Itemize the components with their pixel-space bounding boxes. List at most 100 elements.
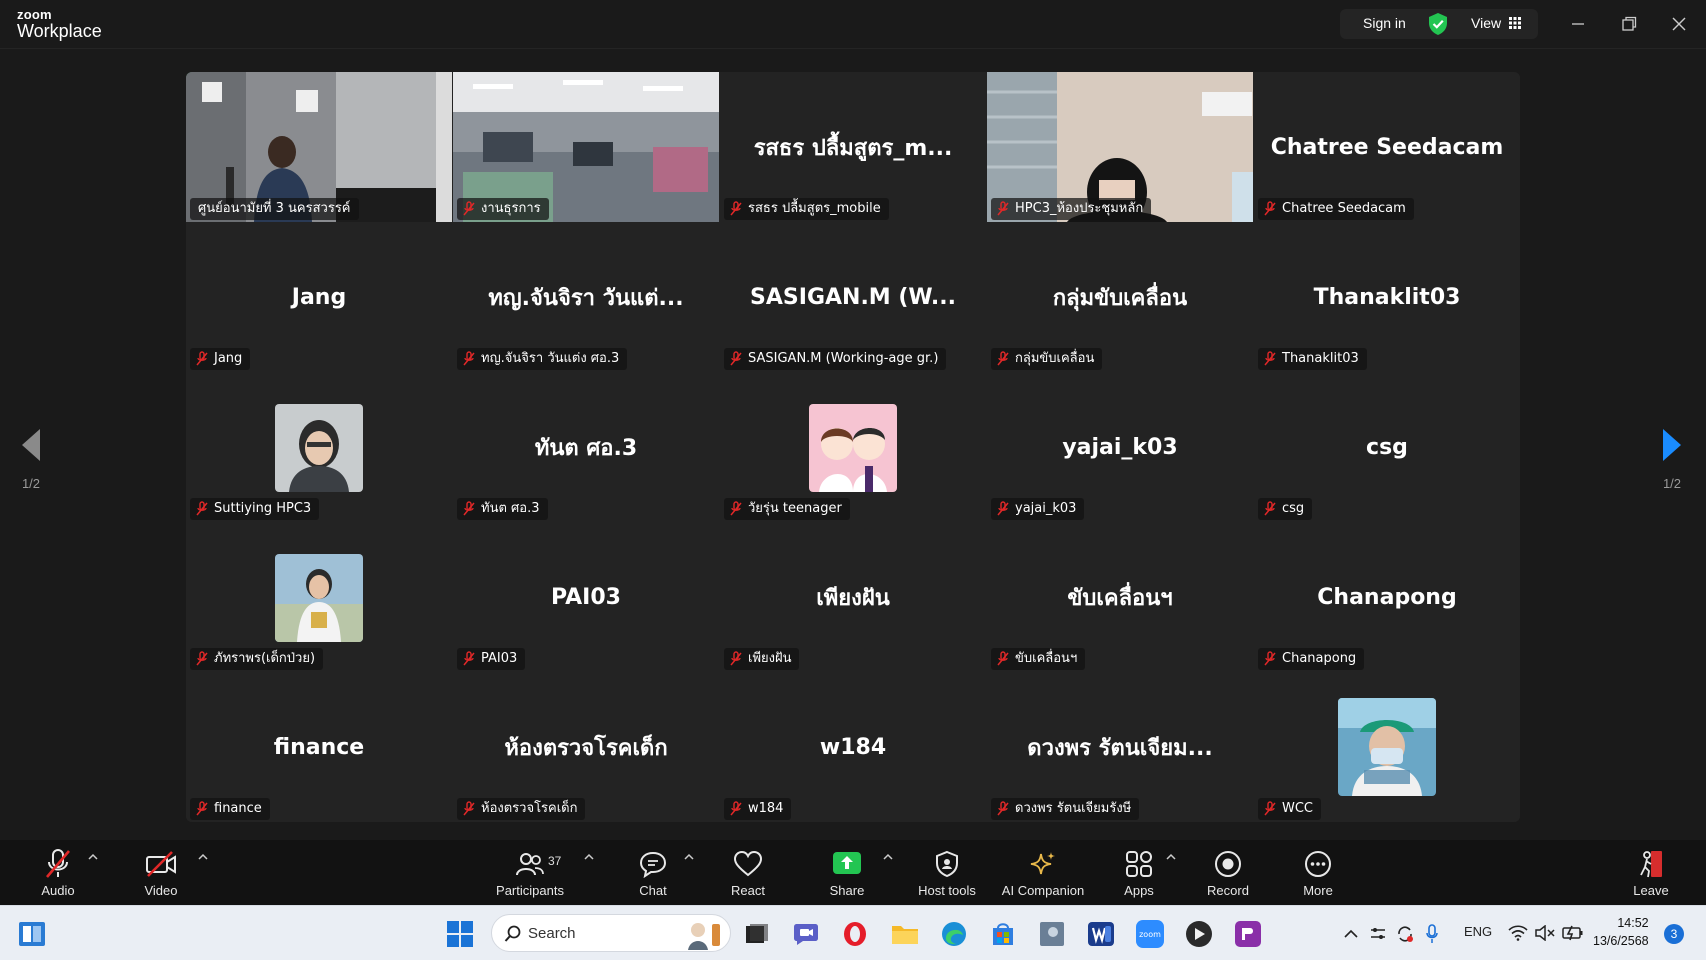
participant-name-label: งานธุรการ (457, 198, 549, 220)
muted-mic-icon (730, 201, 742, 216)
participant-name: Suttiying HPC3 (214, 501, 312, 516)
muted-mic-icon (463, 201, 475, 216)
volume-muted-icon[interactable] (1535, 925, 1555, 941)
close-icon[interactable] (1667, 12, 1691, 36)
taskbar-app-terminal[interactable] (741, 918, 773, 950)
taskbar-app-photo[interactable] (1036, 918, 1068, 950)
participants-button[interactable]: Participants (485, 846, 575, 898)
participant-tile[interactable]: กลุ่มขับเคลื่อน กลุ่มขับเคลื่อน (987, 222, 1253, 372)
participant-name-label: Jang (190, 348, 251, 370)
participant-name-label: Thanaklit03 (1258, 348, 1367, 370)
participant-name: yajai_k03 (1015, 501, 1077, 516)
wifi-icon[interactable] (1508, 925, 1528, 941)
logo-workplace-text: Workplace (17, 21, 102, 41)
opera-browser-icon (844, 922, 866, 946)
sync-icon[interactable] (1395, 924, 1415, 944)
participant-tile[interactable]: Jang Jang (186, 222, 452, 372)
taskbar-app-edge[interactable] (938, 918, 970, 950)
participant-tile[interactable]: ศูนย์อนามัยที่ 3 นครสวรรค์ (186, 72, 452, 222)
participant-name: ทญ.จันจิรา วันแต่ง ศอ.3 (481, 351, 620, 366)
participant-tile[interactable]: csg csg (1254, 372, 1520, 522)
minimize-icon[interactable] (1566, 12, 1590, 36)
taskbar-app-word[interactable] (1085, 918, 1117, 950)
participant-tile[interactable]: งานธุรการ (453, 72, 719, 222)
participant-name: PAI03 (481, 651, 518, 666)
participant-tile[interactable]: Chatree Seedacam Chatree Seedacam (1254, 72, 1520, 222)
taskbar-app-opera[interactable] (839, 918, 871, 950)
share-button[interactable]: Share (802, 846, 892, 898)
participant-tile[interactable]: Suttiying HPC3 (186, 372, 452, 522)
view-button[interactable]: View (1471, 15, 1501, 31)
sign-in-button[interactable]: Sign in (1363, 15, 1406, 31)
participant-tile[interactable]: ห้องตรวจโรคเด็ก ห้องตรวจโรคเด็ก (453, 672, 719, 822)
ai-companion-button[interactable]: AI Companion (993, 846, 1093, 898)
apps-icon (1126, 851, 1152, 877)
title-bar: zoom Workplace Sign in View (0, 0, 1706, 49)
participant-tile[interactable]: วัยรุ่น teenager (720, 372, 986, 522)
participant-tile[interactable]: ทญ.จันจิรา วันแต่... ทญ.จันจิรา วันแต่ง … (453, 222, 719, 372)
taskbar-app-store[interactable] (987, 918, 1019, 950)
participant-tile[interactable]: SASIGAN.M (W... SASIGAN.M (Working-age g… (720, 222, 986, 372)
participant-name: Chanapong (1282, 651, 1357, 666)
notification-badge[interactable]: 3 (1664, 924, 1684, 944)
taskbar-app-file-explorer[interactable] (889, 918, 921, 950)
more-button[interactable]: More (1273, 846, 1363, 898)
participant-tile[interactable]: เพียงฝัน เพียงฝัน (720, 522, 986, 672)
participant-tile[interactable]: Chanapong Chanapong (1254, 522, 1520, 672)
next-page-button[interactable]: 1/2 (1652, 428, 1692, 491)
participant-tile[interactable]: Thanaklit03 Thanaklit03 (1254, 222, 1520, 372)
microphone-tray-icon[interactable] (1425, 924, 1439, 944)
share-options-chevron-up-icon[interactable] (881, 850, 895, 864)
participant-name-label: ทันต ศอ.3 (457, 498, 548, 520)
taskbar-app-pdf[interactable] (1232, 918, 1264, 950)
participant-name: กลุ่มขับเคลื่อน (1015, 351, 1095, 366)
language-indicator[interactable]: ENG (1464, 924, 1492, 939)
participant-tile[interactable]: finance finance (186, 672, 452, 822)
battery-charging-icon[interactable] (1562, 924, 1584, 942)
zoom-app-icon: zoom (1136, 920, 1164, 948)
react-button[interactable]: React (703, 846, 793, 898)
video-options-chevron-up-icon[interactable] (196, 850, 210, 864)
clock-time: 14:52 (1617, 916, 1649, 930)
task-view-widget[interactable] (16, 918, 48, 950)
leave-button[interactable]: Leave (1606, 846, 1696, 898)
participant-tile[interactable]: ทันต ศอ.3 ทันต ศอ.3 (453, 372, 719, 522)
apps-options-chevron-up-icon[interactable] (1164, 850, 1178, 864)
restore-icon[interactable] (1617, 12, 1641, 36)
muted-mic-icon (196, 351, 208, 366)
heart-icon (734, 851, 762, 877)
participant-name-label: รสธร ปลื้มสูตร_mobile (724, 198, 889, 220)
participant-tile[interactable]: yajai_k03 yajai_k03 (987, 372, 1253, 522)
chevron-up-icon[interactable] (1343, 928, 1359, 940)
start-button[interactable] (444, 918, 476, 950)
taskbar-app-zoom[interactable]: zoom (1134, 918, 1166, 950)
participant-tile[interactable]: รสธร ปลื้มสูตร_m... รสธร ปลื้มสูตร_mobil… (720, 72, 986, 222)
participant-tile[interactable]: PAI03 PAI03 (453, 522, 719, 672)
taskbar-app-media-player[interactable] (1183, 918, 1215, 950)
video-button[interactable]: Video (116, 846, 206, 898)
host-tools-button[interactable]: Host tools (902, 846, 992, 898)
participant-tile[interactable]: WCC (1254, 672, 1520, 822)
taskbar-search-box[interactable]: Search (491, 914, 731, 952)
audio-options-chevron-up-icon[interactable] (86, 850, 100, 864)
widgets-icon (19, 922, 45, 946)
record-button[interactable]: Record (1183, 846, 1273, 898)
chat-options-chevron-up-icon[interactable] (682, 850, 696, 864)
participant-tile[interactable]: ภัทราพร(เด็กป่วย) (186, 522, 452, 672)
more-options-icon (1305, 851, 1331, 877)
grid-view-icon[interactable] (1509, 17, 1521, 29)
participant-tile[interactable]: ดวงพร รัตนเจียม... ดวงพร รัตนเจียมรังษี (987, 672, 1253, 822)
muted-mic-icon (997, 351, 1009, 366)
security-shield-icon[interactable] (1427, 12, 1449, 36)
participant-tile[interactable]: w184 w184 (720, 672, 986, 822)
participant-tile[interactable]: ขับเคลื่อนฯ ขับเคลื่อนฯ (987, 522, 1253, 672)
taskbar-app-meet[interactable] (790, 918, 822, 950)
previous-page-button[interactable]: 1/2 (11, 428, 51, 491)
participants-options-chevron-up-icon[interactable] (582, 850, 596, 864)
participant-name: HPC3_ห้องประชุมหลัก (1015, 201, 1144, 216)
settings-sliders-icon[interactable] (1369, 925, 1387, 943)
participant-name-label: WCC (1258, 798, 1322, 820)
participant-tile[interactable]: HPC3_ห้องประชุมหลัก (987, 72, 1253, 222)
participant-avatar (1338, 698, 1436, 796)
system-clock[interactable]: 14:52 13/6/2568 (1593, 914, 1649, 950)
